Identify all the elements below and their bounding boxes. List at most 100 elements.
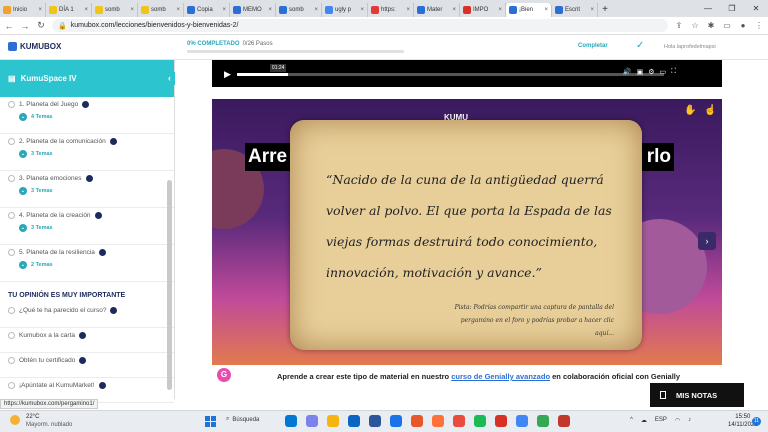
expand-chevron-icon[interactable]: ⌄	[19, 261, 27, 269]
url-field[interactable]: 🔒 kumubox.com/lecciones/bienvenidos-y-bi…	[52, 19, 668, 32]
weather-sun-icon	[10, 415, 20, 425]
tab-close-icon[interactable]: ×	[406, 7, 410, 13]
taskbar-app-icon[interactable]	[411, 415, 423, 427]
tab-favicon-icon	[371, 6, 379, 14]
genially-course-link[interactable]: curso de Genially avanzado	[451, 372, 550, 381]
settings-icon[interactable]: ⚙	[648, 68, 654, 76]
browser-tab[interactable]: somb ×	[276, 3, 322, 17]
browser-tab[interactable]: ugly p ×	[322, 3, 368, 17]
taskbar-app-icon[interactable]	[306, 415, 318, 427]
tab-close-icon[interactable]: ×	[452, 7, 456, 13]
taskbar-app-icon[interactable]	[453, 415, 465, 427]
play-icon[interactable]: ▶	[224, 69, 231, 80]
video-seekbar[interactable]: 01:24	[236, 64, 664, 76]
browser-tab[interactable]: Mater ×	[414, 3, 460, 17]
tab-close-icon[interactable]: ×	[314, 7, 318, 13]
wifi-icon[interactable]: ◠	[675, 417, 680, 424]
browser-tab[interactable]: Escrit ×	[552, 3, 598, 17]
kumubox-logo[interactable]: KUMUBOX	[8, 42, 61, 51]
taskbar-app-icon[interactable]	[285, 415, 297, 427]
speaker-icon[interactable]: ♪	[688, 417, 691, 424]
profile-icon[interactable]: ●	[738, 21, 748, 30]
sidepanel-icon[interactable]: ▭	[722, 21, 732, 30]
expand-chevron-icon[interactable]: ⌄	[19, 187, 27, 195]
sidebar-opinion-item[interactable]: Kumubox a la carta	[0, 328, 174, 353]
weather-widget[interactable]: 22°C Mayorm. nublado	[26, 413, 72, 429]
next-slide-icon[interactable]: ›	[698, 232, 716, 250]
menu-kebab-icon[interactable]: ⋮	[754, 21, 764, 30]
pointer-icon[interactable]: ☝	[704, 105, 716, 116]
maximize-icon[interactable]: ❐	[720, 4, 744, 13]
taskbar-app-icon[interactable]	[327, 415, 339, 427]
sidebar-opinion-item[interactable]: ¿Qué te ha parecido el curso?	[0, 303, 174, 328]
back-icon[interactable]: ←	[4, 21, 14, 31]
browser-tab[interactable]: Copia ×	[184, 3, 230, 17]
tab-close-icon[interactable]: ×	[176, 7, 180, 13]
taskbar-app-icon[interactable]	[390, 415, 402, 427]
tab-close-icon[interactable]: ×	[360, 7, 364, 13]
taskbar-app-icon[interactable]	[369, 415, 381, 427]
taskbar-app-icon[interactable]	[432, 415, 444, 427]
collapse-sidebar-icon[interactable]: ‹	[164, 72, 175, 85]
user-greeting[interactable]: Hola laprofedelmapsi	[664, 44, 716, 50]
taskbar-app-icon[interactable]	[537, 415, 549, 427]
tab-close-icon[interactable]: ×	[222, 7, 226, 13]
taskbar-app-icon[interactable]	[516, 415, 528, 427]
tab-close-icon[interactable]: ×	[84, 7, 88, 13]
close-window-icon[interactable]: ✕	[744, 4, 768, 13]
parchment-tip[interactable]: Pista: Podrías compartir una captura de …	[442, 301, 614, 340]
browser-tab[interactable]: IMPO ×	[460, 3, 506, 17]
expand-chevron-icon[interactable]: ⌄	[19, 150, 27, 158]
fullscreen-icon[interactable]: ⛶	[671, 68, 676, 76]
browser-tab[interactable]: https: ×	[368, 3, 414, 17]
forward-icon[interactable]: →	[20, 21, 30, 31]
tab-close-icon[interactable]: ×	[130, 7, 134, 13]
minimize-icon[interactable]: —	[696, 4, 720, 13]
browser-tab[interactable]: DÍA 1 ×	[46, 3, 92, 17]
tab-close-icon[interactable]: ×	[268, 7, 272, 13]
taskbar-app-icon[interactable]	[495, 415, 507, 427]
volume-icon[interactable]: 🔊	[623, 68, 632, 76]
tray-chevron-icon[interactable]: ^	[630, 417, 633, 424]
sidebar-lesson-item[interactable]: 3. Planeta emociones ⌄ 3 Temas	[0, 171, 174, 208]
video-player[interactable]: ▶ 01:24 🔊 ▣ ⚙ ▭ ⛶	[212, 60, 722, 87]
browser-tab[interactable]: somb ×	[92, 3, 138, 17]
expand-chevron-icon[interactable]: ⌄	[19, 224, 27, 232]
bookmark-star-icon[interactable]: ☆	[690, 21, 700, 30]
tab-close-icon[interactable]: ×	[498, 7, 502, 13]
browser-tab[interactable]: somb ×	[138, 3, 184, 17]
cloud-icon[interactable]: ☁	[641, 417, 647, 424]
extensions-icon[interactable]: ✱	[706, 21, 716, 30]
sidebar-opinion-item[interactable]: Obtén tu certificado	[0, 353, 174, 378]
taskbar-search[interactable]: ⌕ Búsqueda	[226, 416, 259, 423]
tab-close-icon[interactable]: ×	[590, 7, 594, 13]
taskbar-app-icon[interactable]	[348, 415, 360, 427]
opinion-label: ¿Qué te ha parecido el curso?	[19, 307, 107, 314]
expand-chevron-icon[interactable]: ⌄	[19, 113, 27, 121]
browser-tab[interactable]: ¡Bien ×	[506, 3, 552, 17]
sidebar-scrollbar[interactable]	[167, 180, 172, 390]
new-tab-button[interactable]: +	[598, 3, 612, 17]
notification-badge[interactable]: 11	[752, 417, 761, 426]
sidebar-lesson-item[interactable]: 4. Planeta de la creación ⌄ 3 Temas	[0, 208, 174, 245]
browser-tab[interactable]: Inicio ×	[0, 3, 46, 17]
hand-icon[interactable]: ✋	[684, 105, 696, 116]
lesson-emoji-icon	[85, 175, 93, 182]
sidebar-lesson-item[interactable]: 5. Planeta de la resiliencia ⌄ 2 Temas	[0, 245, 174, 282]
tab-close-icon[interactable]: ×	[38, 7, 42, 13]
my-notes-button[interactable]: MIS NOTAS	[650, 383, 744, 407]
language-indicator[interactable]: ESP	[655, 417, 667, 424]
tab-close-icon[interactable]: ×	[544, 7, 548, 13]
complete-button[interactable]: Completar	[578, 43, 608, 49]
item-emoji-icon	[98, 382, 106, 389]
browser-tab[interactable]: MEMO ×	[230, 3, 276, 17]
share-icon[interactable]: ⇪	[674, 21, 684, 30]
windows-start-icon[interactable]	[205, 416, 216, 427]
miniplayer-icon[interactable]: ▭	[659, 68, 666, 76]
captions-icon[interactable]: ▣	[637, 68, 644, 76]
reload-icon[interactable]: ↻	[36, 20, 46, 31]
sidebar-lesson-item[interactable]: 2. Planeta de la comunicación ⌄ 3 Temas	[0, 134, 174, 171]
sidebar-lesson-item[interactable]: 1. Planeta del Juego ⌄ 4 Temas	[0, 97, 174, 134]
taskbar-app-icon[interactable]	[558, 415, 570, 427]
taskbar-app-icon[interactable]	[474, 415, 486, 427]
